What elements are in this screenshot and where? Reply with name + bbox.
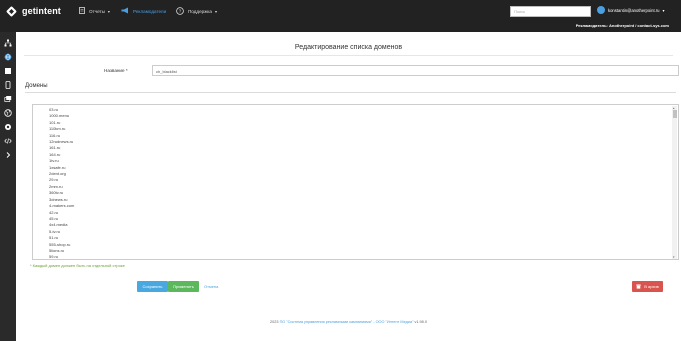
layers-icon[interactable] bbox=[3, 94, 13, 104]
advertiser-bar: Рекламодатель: Anotherpoint / contact-sy… bbox=[0, 22, 681, 32]
cancel-link[interactable]: Отмена bbox=[204, 281, 222, 292]
logo-text: getintent bbox=[22, 6, 61, 16]
user-email: konstantin@anotherpoint.ru bbox=[608, 7, 660, 13]
scrollbar[interactable]: ▴ ▾ bbox=[672, 106, 677, 259]
main-content: Редактирование списка доменов Название *… bbox=[16, 32, 681, 341]
current-advertiser: Рекламодатель: Anotherpoint / contact-sy… bbox=[575, 23, 669, 28]
page-title: Редактирование списка доменов bbox=[294, 44, 403, 51]
search-input[interactable]: Поиск bbox=[510, 6, 591, 17]
apply-button[interactable]: Применить bbox=[168, 281, 199, 292]
nav-reports-label: Отчеты bbox=[89, 8, 105, 14]
domains-list: 03.ru 1000.menu 101.ru 110km.ru 116.ru 12rudn… bbox=[49, 107, 75, 260]
nav-support[interactable]: ? Поддержка ▾ bbox=[176, 0, 217, 22]
nav-support-label: Поддержка bbox=[188, 8, 212, 14]
footer: 2023 ПО "Система управления рекламными к… bbox=[16, 320, 681, 324]
logo[interactable]: getintent bbox=[6, 5, 61, 17]
save-button[interactable]: Сохранить bbox=[137, 281, 168, 292]
help-circle-icon: ? bbox=[176, 6, 184, 16]
sidebar bbox=[0, 32, 16, 341]
chevron-down-icon: ▾ bbox=[662, 7, 665, 13]
required-mark: * bbox=[125, 68, 128, 73]
nav-advertisers[interactable]: Рекламодатели bbox=[121, 0, 166, 22]
user-menu[interactable]: konstantin@anotherpoint.ru ▾ bbox=[597, 6, 665, 14]
domains-hint: * Каждый домен должен быть на отдельной … bbox=[30, 263, 125, 268]
settings-icon[interactable] bbox=[3, 122, 13, 132]
logo-icon bbox=[6, 5, 17, 17]
name-label-text: Название bbox=[104, 68, 125, 73]
footer-link[interactable]: ПО "Система управления рекламными кампан… bbox=[280, 320, 414, 324]
archive-button[interactable]: В архив bbox=[632, 281, 663, 292]
chevron-right-icon[interactable] bbox=[3, 150, 13, 160]
globe-icon[interactable] bbox=[3, 52, 13, 62]
domains-textarea[interactable]: 03.ru 1000.menu 101.ru 110km.ru 116.ru 12rudn… bbox=[32, 104, 679, 260]
domain-line: 4-makers.com bbox=[49, 203, 75, 209]
megaphone-icon bbox=[121, 7, 129, 15]
square-icon[interactable] bbox=[3, 66, 13, 76]
title-divider bbox=[24, 55, 673, 56]
document-icon bbox=[79, 7, 85, 15]
sitemap-icon[interactable] bbox=[3, 38, 13, 48]
phone-icon[interactable] bbox=[3, 80, 13, 90]
svg-text:?: ? bbox=[179, 8, 182, 13]
top-navbar: getintent Отчеты ▾ Рекламодатели ? Подде… bbox=[0, 0, 681, 22]
footer-version: v1.98.0 bbox=[414, 320, 427, 324]
domain-line: 59.ru bbox=[49, 254, 59, 260]
archive-icon bbox=[636, 284, 641, 290]
name-field[interactable]: ch_blacklist bbox=[152, 65, 679, 76]
footer-year: 2023 bbox=[270, 320, 279, 324]
archive-label: В архив bbox=[644, 284, 659, 289]
code-icon[interactable] bbox=[3, 136, 13, 146]
domains-divider bbox=[25, 92, 676, 93]
globe-alt-icon[interactable] bbox=[3, 108, 13, 118]
chevron-down-icon: ▾ bbox=[214, 8, 217, 14]
user-avatar-icon bbox=[597, 6, 605, 14]
chevron-down-icon: ▾ bbox=[107, 8, 110, 14]
name-label: Название * bbox=[104, 68, 128, 73]
scroll-thumb[interactable] bbox=[672, 110, 677, 118]
nav-advertisers-label: Рекламодатели bbox=[133, 8, 167, 14]
nav-reports[interactable]: Отчеты ▾ bbox=[79, 0, 110, 22]
domains-heading: Домены bbox=[25, 83, 48, 89]
scroll-down-icon[interactable]: ▾ bbox=[673, 255, 675, 259]
